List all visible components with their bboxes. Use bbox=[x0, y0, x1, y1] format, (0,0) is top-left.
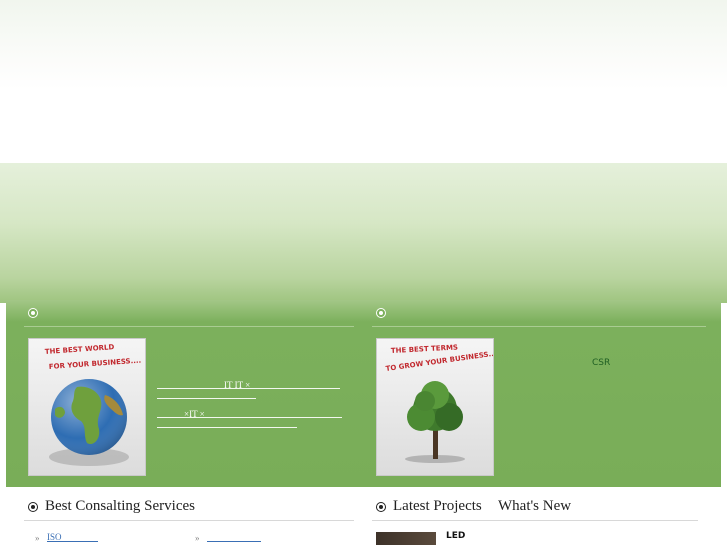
header-banner bbox=[0, 0, 727, 163]
services-section-title: Best Consalting Services bbox=[45, 498, 195, 514]
service-link[interactable] bbox=[207, 532, 261, 542]
world-business-image[interactable]: THE BEST WORLD FOR YOUR BUSINESS.... bbox=[28, 338, 146, 476]
left-panel-header bbox=[24, 308, 354, 327]
csr-label[interactable]: CSR bbox=[592, 358, 610, 368]
double-chevron-icon: » bbox=[195, 533, 200, 543]
radio-bullet-icon bbox=[376, 308, 386, 318]
feature-text-1: IT IT × bbox=[224, 380, 251, 390]
double-chevron-icon: » bbox=[35, 533, 40, 543]
right-panel-header bbox=[372, 308, 706, 327]
radio-bullet-icon bbox=[28, 308, 38, 318]
tree-business-image[interactable]: THE BEST TERMS TO GROW YOUR BUSINESS.... bbox=[376, 338, 494, 476]
thumb-caption-2: FOR YOUR BUSINESS.... bbox=[49, 357, 142, 371]
whats-new-title: What's New bbox=[498, 498, 572, 514]
project-item-label[interactable]: LED bbox=[446, 531, 465, 541]
iso-link[interactable]: ISO bbox=[47, 532, 98, 542]
text-underline bbox=[157, 427, 297, 428]
radio-bullet-icon bbox=[376, 502, 386, 512]
services-section-header: Best Consalting Services bbox=[24, 497, 354, 521]
hero-banner bbox=[0, 163, 727, 303]
thumb-caption-1: THE BEST TERMS bbox=[391, 343, 459, 355]
text-underline bbox=[157, 398, 256, 399]
radio-bullet-icon bbox=[28, 502, 38, 512]
project-thumbnail[interactable] bbox=[376, 532, 436, 545]
projects-section-title: Latest Projects bbox=[393, 498, 482, 514]
feature-text-2: ×IT × bbox=[184, 409, 205, 419]
projects-section-header: Latest Projects What's New bbox=[372, 497, 698, 521]
thumb-caption-1: THE BEST WORLD bbox=[45, 343, 115, 356]
